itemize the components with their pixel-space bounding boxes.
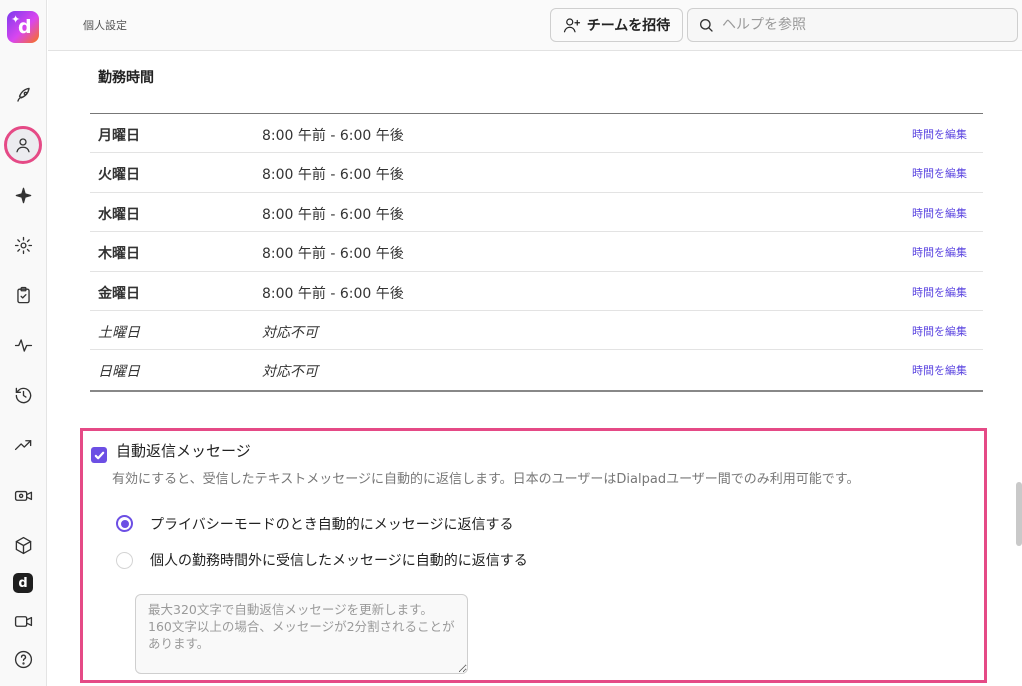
check-icon — [94, 451, 104, 459]
trend-icon[interactable] — [11, 433, 35, 457]
help-search[interactable] — [687, 8, 1018, 42]
help-icon[interactable] — [11, 647, 35, 671]
auto-reply-checkbox[interactable] — [91, 447, 107, 463]
help-search-input[interactable] — [722, 17, 1002, 33]
day-label: 木曜日 — [98, 246, 140, 263]
history-icon[interactable] — [11, 383, 35, 407]
edit-hours-link[interactable]: 時間を編集 — [912, 244, 967, 260]
hours-value: 対応不可 — [262, 364, 318, 381]
privacy-mode-label[interactable]: プライバシーモードのとき自動的にメッセージに返信する — [150, 514, 513, 534]
table-row: 土曜日 対応不可 時間を編集 — [90, 311, 983, 351]
hours-value: 8:00 午前 - 6:00 午後 — [262, 167, 404, 184]
hours-value: 8:00 午前 - 6:00 午後 — [262, 206, 404, 223]
scrollbar-thumb[interactable] — [1016, 482, 1022, 546]
breadcrumb: 個人設定 — [83, 19, 127, 32]
sparkle-icon[interactable] — [11, 183, 35, 207]
working-hours-table: 月曜日 8:00 午前 - 6:00 午後 時間を編集 火曜日 8:00 午前 … — [90, 113, 983, 392]
search-icon — [700, 19, 713, 32]
auto-reply-title: 自動返信メッセージ — [116, 442, 251, 460]
cube-icon[interactable] — [11, 533, 35, 557]
privacy-mode-radio[interactable] — [116, 515, 133, 532]
working-hours-title: 勤務時間 — [98, 70, 154, 86]
add-user-icon — [563, 18, 580, 33]
edit-hours-link[interactable]: 時間を編集 — [912, 165, 967, 181]
table-row: 木曜日 8:00 午前 - 6:00 午後 時間を編集 — [90, 232, 983, 272]
gear-icon[interactable] — [11, 233, 35, 257]
person-icon[interactable] — [4, 126, 42, 164]
hours-value: 8:00 午前 - 6:00 午後 — [262, 128, 404, 144]
top-header: 個人設定 チームを招待 — [48, 0, 1022, 51]
hours-value: 8:00 午前 - 6:00 午後 — [262, 285, 404, 302]
day-label: 金曜日 — [98, 285, 140, 302]
day-label: 土曜日 — [98, 324, 140, 341]
auto-reply-description: 有効にすると、受信したテキストメッセージに自動的に返信します。日本のユーザーはD… — [112, 472, 860, 487]
edit-hours-link[interactable]: 時間を編集 — [912, 362, 967, 378]
edit-hours-link[interactable]: 時間を編集 — [912, 284, 967, 300]
edit-hours-link[interactable]: 時間を編集 — [912, 323, 967, 339]
clipboard-icon[interactable] — [11, 283, 35, 307]
table-row: 日曜日 対応不可 時間を編集 — [90, 350, 983, 389]
edit-hours-link[interactable]: 時間を編集 — [912, 126, 967, 142]
camera-icon[interactable] — [11, 609, 35, 633]
auto-reply-message-input[interactable] — [135, 594, 468, 674]
off-hours-label[interactable]: 個人の勤務時間外に受信したメッセージに自動的に返信する — [150, 550, 528, 570]
dialpad-logo-icon[interactable]: d — [11, 571, 35, 595]
video-settings-icon[interactable] — [11, 483, 35, 507]
hours-value: 8:00 午前 - 6:00 午後 — [262, 246, 404, 263]
table-row: 金曜日 8:00 午前 - 6:00 午後 時間を編集 — [90, 272, 983, 311]
table-row: 火曜日 8:00 午前 - 6:00 午後 時間を編集 — [90, 153, 983, 193]
invite-team-label: チームを招待 — [586, 18, 671, 34]
table-row: 月曜日 8:00 午前 - 6:00 午後 時間を編集 — [90, 114, 983, 154]
rocket-icon[interactable] — [11, 83, 35, 107]
table-row: 水曜日 8:00 午前 - 6:00 午後 時間を編集 — [90, 193, 983, 233]
invite-team-button[interactable]: チームを招待 — [550, 8, 683, 42]
day-label: 水曜日 — [98, 206, 140, 223]
day-label: 火曜日 — [98, 167, 140, 184]
auto-reply-panel: 自動返信メッセージ 有効にすると、受信したテキストメッセージに自動的に返信します… — [80, 428, 987, 683]
activity-icon[interactable] — [11, 333, 35, 357]
day-label: 月曜日 — [98, 128, 140, 144]
hours-value: 対応不可 — [262, 324, 318, 341]
off-hours-radio[interactable] — [116, 552, 133, 569]
edit-hours-link[interactable]: 時間を編集 — [912, 205, 967, 221]
left-rail: ✦ d d — [0, 0, 47, 686]
day-label: 日曜日 — [98, 364, 140, 381]
app-logo[interactable]: ✦ d — [7, 11, 39, 43]
